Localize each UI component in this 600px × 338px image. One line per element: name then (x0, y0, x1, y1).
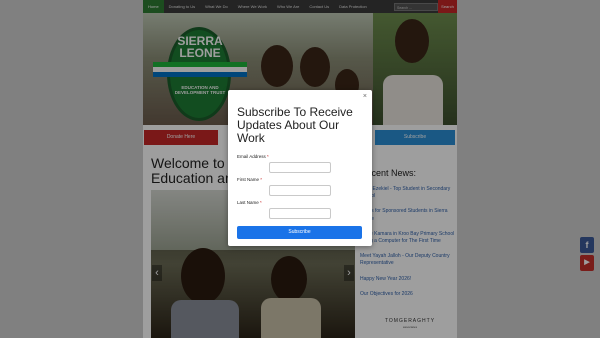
last-name-label: Last Name * (237, 200, 262, 205)
last-name-label-text: Last Name (237, 200, 259, 205)
required-marker: * (267, 154, 269, 159)
first-name-label: First Name * (237, 177, 262, 182)
subscribe-modal: × Subscribe To Receive Updates About Our… (228, 90, 372, 246)
last-name-field[interactable] (269, 208, 331, 219)
first-name-label-text: First Name (237, 177, 260, 182)
email-label: Email Address * (237, 154, 269, 159)
required-marker: * (260, 200, 262, 205)
email-label-text: Email Address (237, 154, 266, 159)
required-marker: * (260, 177, 263, 182)
first-name-field[interactable] (269, 185, 331, 196)
email-field[interactable] (269, 162, 331, 173)
subscribe-button[interactable]: Subscribe (237, 226, 362, 239)
close-icon[interactable]: × (363, 93, 367, 101)
modal-title: Subscribe To Receive Updates About Our W… (237, 105, 353, 145)
